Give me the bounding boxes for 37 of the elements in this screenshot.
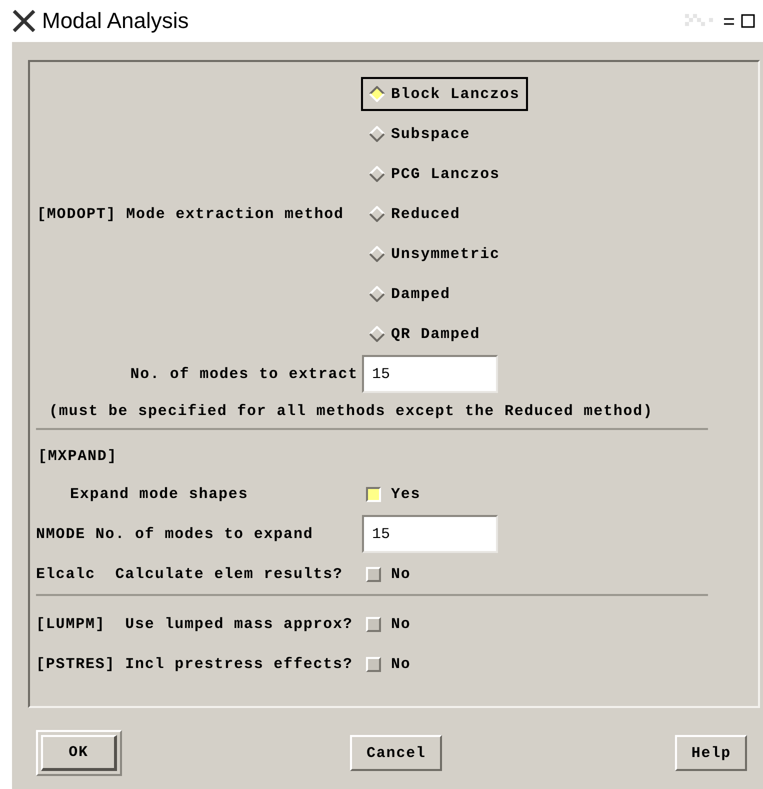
radio-option[interactable]: Block Lanczos bbox=[361, 77, 528, 111]
field-label: Elcalc Calculate elem results? bbox=[36, 566, 344, 582]
radio-option[interactable]: Subspace bbox=[361, 114, 528, 154]
field-label: No. of modes to extract bbox=[129, 366, 358, 382]
radio-option[interactable]: Unsymmetric bbox=[361, 234, 528, 274]
maximize-icon[interactable] bbox=[741, 14, 755, 28]
field-label: [LUMPM] Use lumped mass approx? bbox=[36, 616, 354, 632]
radio-diamond-icon bbox=[369, 326, 385, 342]
dialog-button[interactable]: Help bbox=[675, 735, 747, 771]
checkbox-label: No bbox=[391, 566, 411, 582]
field-label: [MODOPT] Mode extraction method bbox=[36, 206, 345, 222]
field-label: NMODE No. of modes to expand bbox=[36, 526, 314, 542]
dialog-button[interactable]: Cancel bbox=[350, 735, 442, 771]
radio-option[interactable]: Reduced bbox=[361, 194, 528, 234]
number-input-field[interactable]: 15 bbox=[362, 355, 498, 393]
number-input-field[interactable]: 15 bbox=[362, 515, 498, 553]
checkbox-label: No bbox=[391, 656, 411, 672]
radio-diamond-icon bbox=[369, 166, 385, 182]
radio-option[interactable]: Damped bbox=[361, 274, 528, 314]
note-text: (must be specified for all methods except the Reduced method) bbox=[49, 402, 653, 420]
section-heading: [MXPAND] bbox=[38, 448, 118, 464]
radio-diamond-icon bbox=[369, 246, 385, 262]
radio-diamond-icon bbox=[369, 206, 385, 222]
radio-option[interactable]: QR Damped bbox=[361, 314, 528, 354]
field-label: [PSTRES] Incl prestress effects? bbox=[36, 656, 354, 672]
x-logo-icon bbox=[12, 10, 36, 32]
field-label: Expand mode shapes bbox=[69, 486, 250, 502]
radio-diamond-icon bbox=[369, 286, 385, 302]
radio-diamond-icon bbox=[369, 126, 385, 142]
checkbox-label: Yes bbox=[391, 486, 421, 502]
minimize-icon[interactable] bbox=[723, 16, 735, 26]
radio-diamond-icon bbox=[369, 86, 385, 102]
radio-option[interactable]: PCG Lanczos bbox=[361, 154, 528, 194]
checkbox[interactable] bbox=[366, 486, 381, 502]
window-title: Modal Analysis bbox=[42, 8, 189, 34]
dialog-button[interactable]: OK bbox=[41, 735, 117, 771]
checkbox-label: No bbox=[391, 616, 411, 632]
